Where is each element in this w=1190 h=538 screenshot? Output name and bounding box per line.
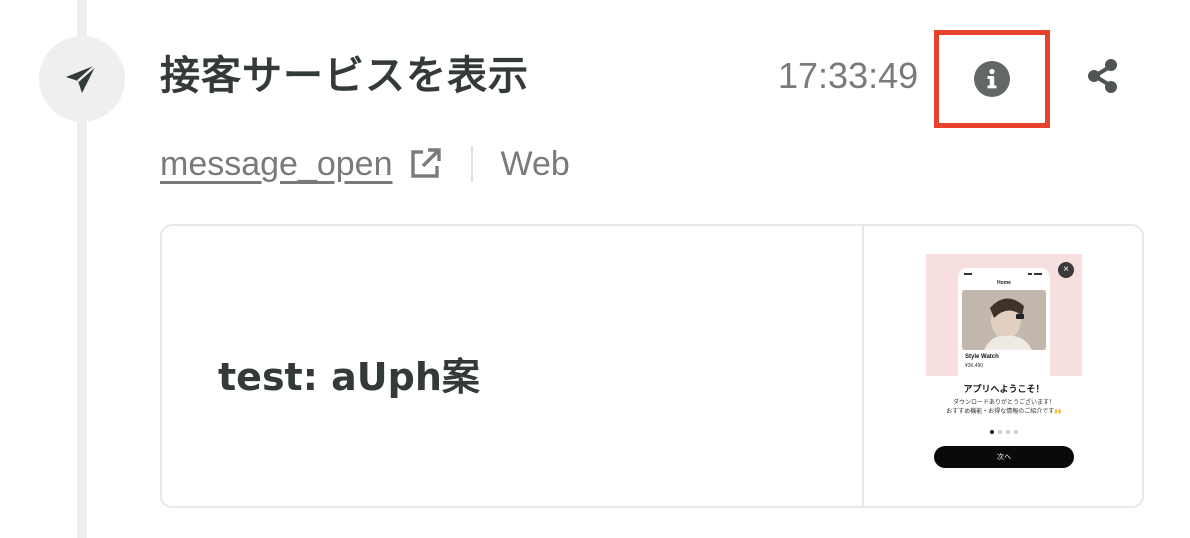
preview-next-button: 次へ — [934, 446, 1074, 468]
preview-close-icon: × — [1058, 262, 1074, 278]
preview-pagination — [926, 430, 1082, 434]
info-icon — [987, 68, 997, 89]
info-button-highlight — [934, 30, 1050, 128]
campaign-name: test: aUph案 — [218, 355, 480, 399]
external-link-icon[interactable] — [407, 146, 443, 182]
pagination-dot — [998, 430, 1002, 434]
event-meta-row: message_open Web — [160, 142, 570, 186]
event-name-link[interactable]: message_open — [160, 145, 393, 184]
event-type-badge — [39, 36, 125, 122]
preview-body: ダウンロードありがとうございます！ おすすめ機能・お得な情報のご紹介です🙌 — [926, 398, 1082, 416]
preview-body-line-1: ダウンロードありがとうございます！ — [952, 399, 1055, 406]
pagination-dot — [990, 430, 994, 434]
event-title: 接客サービスを表示 — [160, 53, 529, 99]
campaign-card-info: test: aUph案 — [162, 226, 864, 506]
share-button[interactable] — [1083, 56, 1123, 96]
product-name: Style Watch — [965, 354, 999, 360]
meta-divider — [470, 146, 473, 182]
pagination-dot — [1014, 430, 1018, 434]
campaign-preview-thumbnail: Home Style Watch ¥36,490 × アプリへようこそ！ ダウン… — [926, 254, 1082, 480]
preview-body-line-2: おすすめ機能・お得な情報のご紹介です🙌 — [946, 408, 1062, 415]
phone-status-bar — [964, 273, 1042, 275]
product-price: ¥36,490 — [965, 363, 984, 369]
info-button[interactable] — [974, 61, 1010, 97]
product-photo — [962, 290, 1046, 350]
channel-label: Web — [500, 144, 570, 183]
campaign-card[interactable]: test: aUph案 Home Style Watch ¥36,490 × ア… — [160, 224, 1144, 508]
preview-phone-mockup: Home Style Watch ¥36,490 — [958, 268, 1050, 376]
paper-plane-icon — [66, 64, 97, 93]
preview-heading: アプリへようこそ！ — [963, 385, 1045, 395]
pagination-dot — [1006, 430, 1010, 434]
event-time: 17:33:49 — [778, 55, 919, 96]
share-icon — [1088, 59, 1117, 93]
phone-screen-title: Home — [997, 280, 1011, 286]
